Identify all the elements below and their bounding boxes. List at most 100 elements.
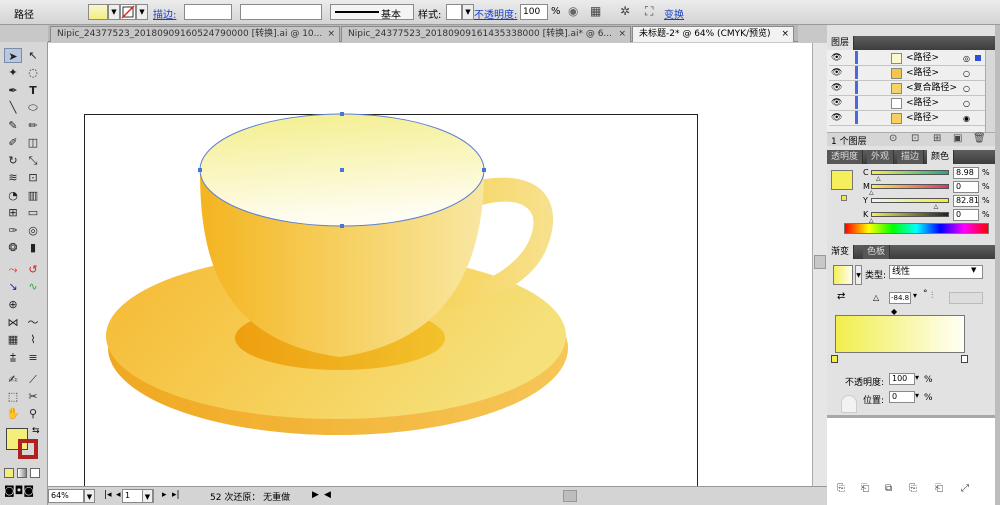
layers-footer: 1 个图层 ⊙ ⊡ ⊞ ▣ 🗑 — [827, 132, 995, 147]
prev-artboard-icon[interactable]: ◂ — [116, 490, 121, 500]
dock-icon-5[interactable]: ⎗ — [935, 483, 943, 494]
gradient-location-field[interactable]: 0 — [889, 391, 915, 403]
layers-header: 图层 — [827, 36, 995, 50]
layer-count: 1 个图层 — [831, 137, 867, 147]
dock-icon-3[interactable]: ⧉ — [885, 483, 892, 494]
layer-row[interactable]: 👁 <路径> ○ — [829, 66, 985, 81]
selection-indicator[interactable] — [975, 55, 981, 61]
status-menu-icon[interactable]: ▶ — [312, 490, 319, 500]
gradient-type-select[interactable]: 线性 — [889, 265, 983, 279]
tab-appearance[interactable]: 外观 — [867, 150, 895, 164]
layer-thumbnail — [891, 113, 902, 124]
channel-unit: % — [982, 168, 990, 177]
color-spectrum[interactable] — [844, 223, 989, 234]
gradient-stop-end[interactable] — [961, 355, 968, 363]
anchor-point[interactable] — [340, 224, 344, 228]
color-panel-header: 透明度 外观 描边 颜色 — [827, 150, 995, 164]
eye-icon[interactable]: 👁 — [831, 66, 842, 81]
layer-row[interactable]: 👁 <路径> ◉ — [829, 111, 985, 126]
eye-icon[interactable]: 👁 — [831, 111, 842, 126]
gradient-opacity-label: 不透明度: — [845, 378, 885, 388]
target-icon[interactable]: ◉ — [963, 111, 970, 126]
channel-value-field[interactable]: 8.98 — [953, 167, 979, 179]
channel-slider-thumb[interactable]: △ — [869, 189, 874, 196]
gradient-angle-field[interactable]: -84.8 — [889, 292, 911, 304]
channel-value-field[interactable]: 0 — [953, 181, 979, 193]
make-clip-mask-icon[interactable]: ⊡ — [911, 133, 919, 144]
out-of-gamut-icon[interactable] — [841, 195, 847, 201]
dock-icon-1[interactable]: ⎘ — [837, 483, 845, 494]
layer-name[interactable]: <复合路径> — [906, 81, 957, 96]
next-artboard-icon[interactable]: ▸ — [162, 490, 167, 500]
tab-stroke[interactable]: 描边 — [897, 150, 925, 164]
channel-label: K — [863, 210, 869, 219]
gradient-panel-header: 渐变 色板 — [827, 245, 995, 259]
channel-value-field[interactable]: 0 — [953, 209, 979, 221]
first-artboard-icon[interactable]: |◂ — [104, 490, 112, 500]
channel-unit: % — [982, 210, 990, 219]
delete-layer-icon[interactable]: 🗑 — [973, 133, 986, 144]
layer-name[interactable]: <路径> — [906, 66, 939, 81]
gradient-opacity-field[interactable]: 100 — [889, 373, 915, 385]
layer-row[interactable]: 👁 <路径> ○ — [829, 96, 985, 111]
status-bar: 64% ▼ |◂ ◂ 1 ▼ ▸ ▸| 52 次还原： 无重做 ▶ ◀ — [48, 486, 827, 505]
angle-unit: ° — [923, 289, 928, 299]
layer-name[interactable]: <路径> — [906, 111, 939, 126]
zoom-dropdown[interactable]: ▼ — [84, 489, 95, 503]
gradient-opacity-dropdown[interactable]: ▾ — [915, 373, 919, 382]
dock-icon-6[interactable]: ⤢ — [961, 483, 969, 494]
layer-thumbnail — [891, 53, 902, 64]
target-icon[interactable]: ◎ — [963, 51, 970, 66]
scroll-left-icon[interactable]: ◀ — [324, 490, 331, 500]
gradient-preview[interactable] — [833, 265, 853, 285]
tab-color[interactable]: 颜色 — [927, 150, 955, 164]
new-sublayer-icon[interactable]: ⊞ — [933, 133, 941, 144]
color-fill-swatch[interactable] — [831, 170, 853, 190]
gradient-preview-dropdown[interactable]: ▼ — [855, 265, 862, 285]
gradient-location-dropdown[interactable]: ▾ — [915, 391, 919, 400]
eye-icon[interactable]: 👁 — [831, 81, 842, 96]
h-scroll-thumb[interactable] — [563, 490, 577, 502]
channel-slider[interactable] — [871, 170, 949, 175]
channel-slider[interactable] — [871, 212, 949, 217]
tab-transparency[interactable]: 透明度 — [827, 150, 864, 164]
layer-name[interactable]: <路径> — [906, 51, 939, 66]
layer-row[interactable]: 👁 <路径> ◎ — [829, 51, 985, 66]
eye-icon[interactable]: 👁 — [831, 96, 842, 111]
page-dropdown[interactable]: ▼ — [142, 489, 153, 503]
layer-name[interactable]: <路径> — [906, 96, 939, 111]
vertical-scrollbar[interactable] — [812, 43, 827, 486]
channel-label: Y — [863, 196, 868, 205]
gradient-ramp[interactable] — [835, 315, 965, 353]
anchor-point[interactable] — [482, 168, 486, 172]
angle-dropdown[interactable]: ▾ — [913, 291, 917, 300]
scroll-thumb[interactable] — [814, 255, 826, 269]
center-point[interactable] — [340, 168, 344, 172]
tab-layers[interactable]: 图层 — [827, 36, 855, 50]
tab-gradient[interactable]: 渐变 — [827, 245, 855, 259]
layers-scrollbar[interactable] — [985, 50, 995, 132]
channel-slider-thumb[interactable]: △ — [876, 175, 881, 182]
target-icon[interactable]: ○ — [963, 66, 970, 81]
gradient-stop-start[interactable] — [831, 355, 838, 363]
channel-value-field[interactable]: 82.81 — [953, 195, 979, 207]
chevron-down-icon: ▼ — [971, 266, 977, 274]
anchor-point[interactable] — [198, 168, 202, 172]
zoom-field[interactable]: 64% — [48, 489, 84, 503]
channel-slider[interactable] — [871, 184, 949, 189]
anchor-point[interactable] — [340, 112, 344, 116]
reverse-gradient-icon[interactable]: ⇄ — [837, 291, 845, 302]
target-icon[interactable]: ○ — [963, 81, 970, 96]
dock-icon-4[interactable]: ⎘ — [909, 483, 917, 494]
target-icon[interactable]: ○ — [963, 96, 970, 111]
locate-object-icon[interactable]: ⊙ — [889, 133, 897, 144]
channel-slider-thumb[interactable]: △ — [934, 203, 939, 210]
dock-icon-2[interactable]: ⎗ — [861, 483, 869, 494]
layer-row[interactable]: 👁 <复合路径> ○ — [829, 81, 985, 96]
aspect-ratio-field[interactable] — [949, 292, 983, 304]
last-artboard-icon[interactable]: ▸| — [172, 490, 180, 500]
tab-swatches[interactable]: 色板 — [863, 245, 891, 259]
gradient-type-label: 类型: — [865, 271, 887, 281]
new-layer-icon[interactable]: ▣ — [953, 133, 962, 144]
eye-icon[interactable]: 👁 — [831, 51, 842, 66]
